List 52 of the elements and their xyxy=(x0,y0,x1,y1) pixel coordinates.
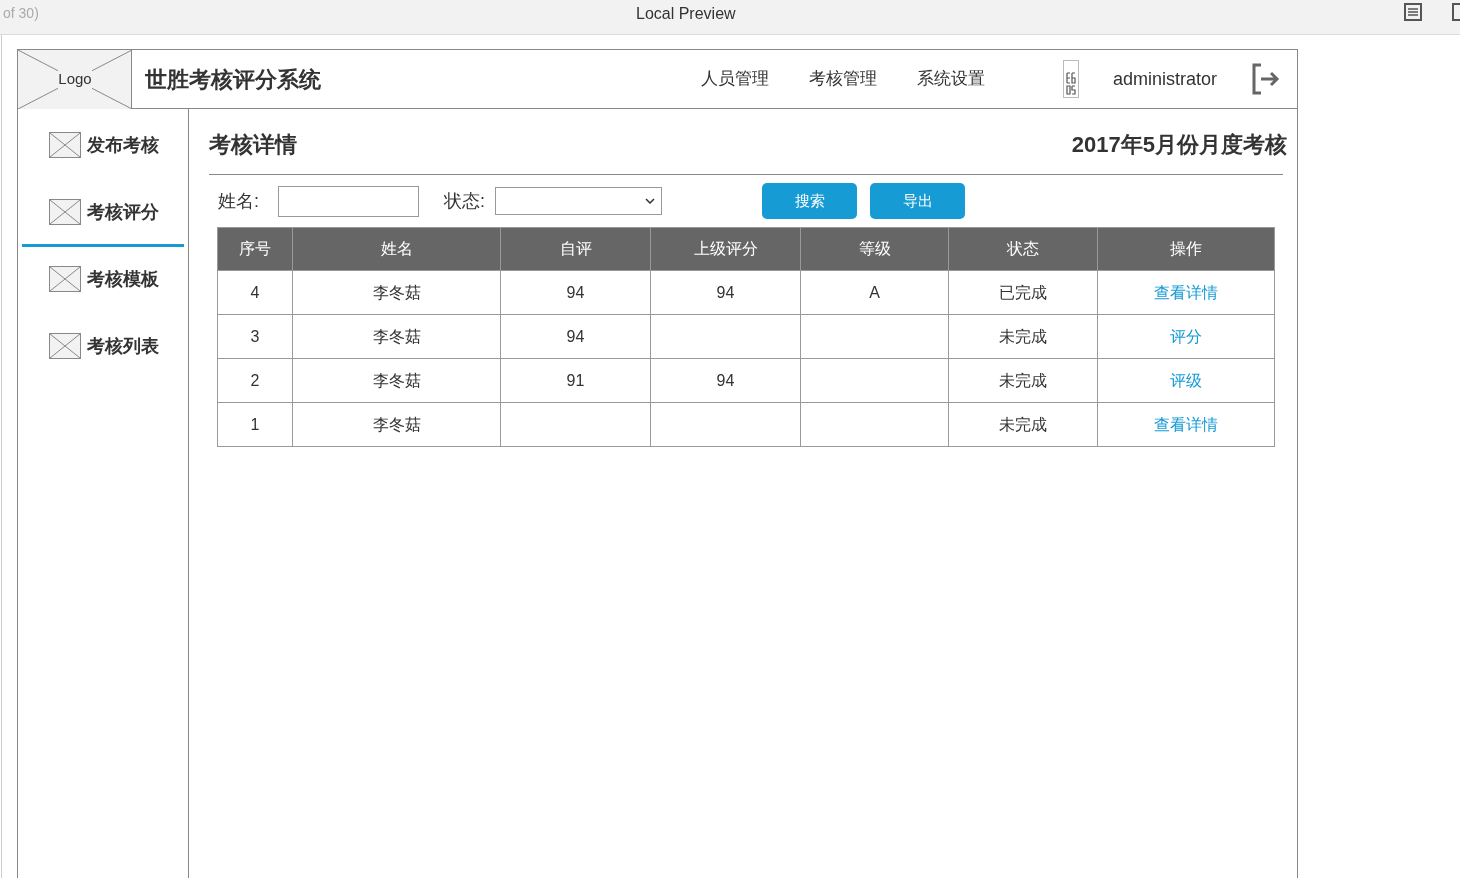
missing-glyph-icon xyxy=(1062,60,1079,98)
table-cell: 94 xyxy=(500,314,651,359)
nav-link[interactable]: 系统设置 xyxy=(916,66,985,92)
column-header: 序号 xyxy=(217,227,293,271)
table-cell: 91 xyxy=(500,358,651,403)
column-header: 等级 xyxy=(800,227,949,271)
preview-title: Local Preview xyxy=(636,4,736,24)
logout-icon[interactable] xyxy=(1251,63,1281,95)
table-cell: 94 xyxy=(650,358,801,403)
nav-link[interactable]: 考核管理 xyxy=(808,66,877,92)
table-cell: 未完成 xyxy=(948,358,1098,403)
column-header: 自评 xyxy=(500,227,651,271)
name-input-field[interactable] xyxy=(278,185,419,217)
image-placeholder-icon xyxy=(49,266,81,292)
table-cell: 2 xyxy=(217,358,293,403)
chevron-down-icon xyxy=(645,198,656,204)
logo-text: Logo xyxy=(58,67,92,91)
document-icon[interactable] xyxy=(1404,3,1422,21)
table-cell: 4 xyxy=(217,270,293,315)
table-cell: 李冬菇 xyxy=(292,270,501,315)
column-header: 上级评分 xyxy=(650,227,801,271)
status-label: 状态: xyxy=(444,189,486,213)
period-title: 2017年5月份月度考核 xyxy=(1071,131,1287,159)
panel-icon[interactable] xyxy=(1452,3,1460,21)
table-cell: 1 xyxy=(217,402,293,447)
table-cell: 3 xyxy=(217,314,293,359)
nav-link[interactable]: 人员管理 xyxy=(700,66,769,92)
image-placeholder-icon xyxy=(49,199,81,225)
image-placeholder-icon xyxy=(49,333,81,359)
column-header: 姓名 xyxy=(292,227,501,271)
image-placeholder-icon xyxy=(49,132,81,158)
table-cell: 李冬菇 xyxy=(292,358,501,403)
sidebar-item[interactable]: 发布考核 xyxy=(22,113,184,180)
page-title: 考核详情 xyxy=(209,131,297,159)
table-cell: 李冬菇 xyxy=(292,314,501,359)
table-cell: 已完成 xyxy=(948,270,1098,315)
table-cell: 未完成 xyxy=(948,314,1098,359)
table-cell: 李冬菇 xyxy=(292,402,501,447)
status-dropdown[interactable] xyxy=(495,187,663,215)
table-cell: A xyxy=(800,270,949,315)
table-cell: 94 xyxy=(650,270,801,315)
page-count-text: of 30) xyxy=(3,4,39,23)
column-header: 状态 xyxy=(948,227,1098,271)
sidebar-item[interactable]: 考核评分 xyxy=(22,180,184,247)
column-header: 操作 xyxy=(1097,227,1275,271)
name-label: 姓名: xyxy=(218,189,259,213)
app-title: 世胜考核评分系统 xyxy=(145,65,321,94)
sidebar-item[interactable]: 考核模板 xyxy=(22,247,184,314)
sidebar-item[interactable]: 考核列表 xyxy=(22,314,184,381)
table-cell: 未完成 xyxy=(948,402,1098,447)
table-cell: 94 xyxy=(500,270,651,315)
user-name[interactable]: administrator xyxy=(1112,65,1217,93)
